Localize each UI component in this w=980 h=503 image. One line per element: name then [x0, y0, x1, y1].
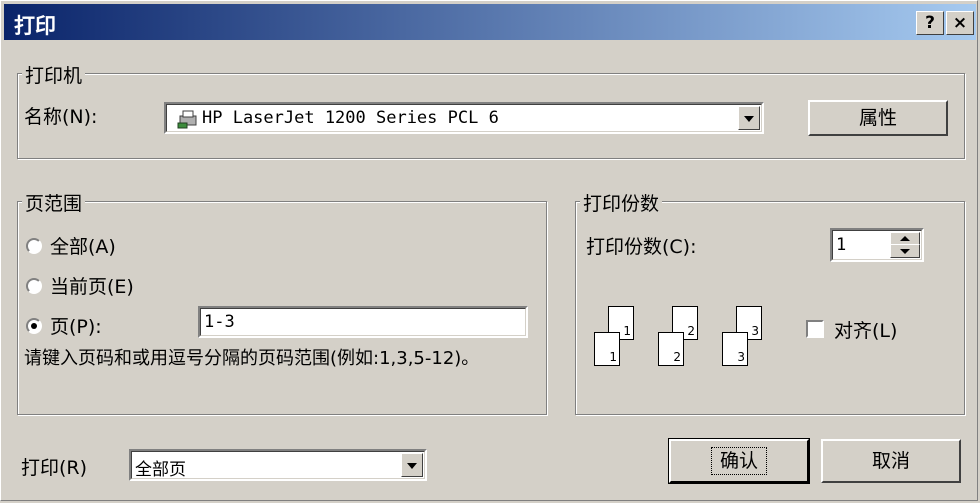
- collate-preview-icon: 1 1 2 2 3 3: [594, 306, 794, 380]
- printer-select[interactable]: HP LaserJet 1200 Series PCL 6: [164, 102, 764, 134]
- properties-button[interactable]: 属性: [808, 100, 948, 136]
- radio-current-label[interactable]: 当前页(E): [50, 272, 134, 299]
- copies-group: 打印份数 打印份数(C): 1 1 1 2 2 3 3 对齐(L): [575, 189, 965, 415]
- pages-input[interactable]: 1-3: [198, 306, 528, 338]
- cancel-button[interactable]: 取消: [821, 439, 961, 483]
- print-what-dropdown-arrow-icon[interactable]: [401, 453, 423, 477]
- collate-checkbox[interactable]: [806, 320, 824, 338]
- radio-current-page[interactable]: [26, 278, 42, 294]
- collate-label[interactable]: 对齐(L): [834, 316, 897, 343]
- printer-name-value: HP LaserJet 1200 Series PCL 6: [202, 108, 499, 128]
- page-number: 3: [737, 350, 745, 364]
- radio-all-label[interactable]: 全部(A): [50, 232, 116, 259]
- printer-group: 打印机 名称(N): HP LaserJet 1200 Series PCL 6…: [17, 61, 965, 159]
- copies-legend: 打印份数: [580, 189, 663, 216]
- ok-button[interactable]: 确认: [668, 438, 810, 484]
- page-range-group: 页范围 全部(A) 当前页(E) 页(P): 1-3 请键入页码和或用逗号分隔的…: [17, 189, 547, 415]
- printer-dropdown-arrow-icon[interactable]: [738, 106, 760, 130]
- printer-group-legend: 打印机: [22, 61, 86, 88]
- radio-pages-label[interactable]: 页(P):: [50, 312, 102, 339]
- print-dialog: 打印 ? × 打印机 名称(N): HP LaserJet 1200 Serie…: [0, 0, 978, 501]
- page-number: 3: [751, 324, 759, 338]
- page-number: 2: [687, 324, 695, 338]
- printer-icon: [176, 109, 198, 129]
- ok-button-label: 确认: [710, 447, 767, 475]
- page-number: 1: [623, 324, 631, 338]
- dialog-title: 打印: [14, 14, 56, 38]
- print-what-value: 全部页: [135, 460, 186, 480]
- spin-down-icon[interactable]: [890, 244, 920, 258]
- printer-name-label: 名称(N):: [24, 106, 98, 128]
- title-bar: 打印 ? ×: [4, 4, 976, 40]
- print-what-select[interactable]: 全部页: [129, 449, 427, 481]
- radio-all[interactable]: [26, 238, 42, 254]
- copies-input[interactable]: 1: [830, 228, 924, 262]
- pages-input-value: 1-3: [204, 312, 235, 332]
- help-button[interactable]: ?: [916, 11, 944, 35]
- page-number: 1: [609, 350, 617, 364]
- copies-value: 1: [836, 235, 847, 255]
- page-number: 2: [673, 350, 681, 364]
- close-button[interactable]: ×: [946, 11, 974, 35]
- page-range-legend: 页范围: [22, 189, 86, 216]
- print-what-label: 打印(R): [21, 457, 88, 479]
- page-range-hint: 请键入页码和或用逗号分隔的页码范围(例如:1,3,5-12)。: [24, 348, 480, 369]
- copies-label: 打印份数(C):: [586, 236, 697, 258]
- radio-pages[interactable]: [26, 318, 42, 334]
